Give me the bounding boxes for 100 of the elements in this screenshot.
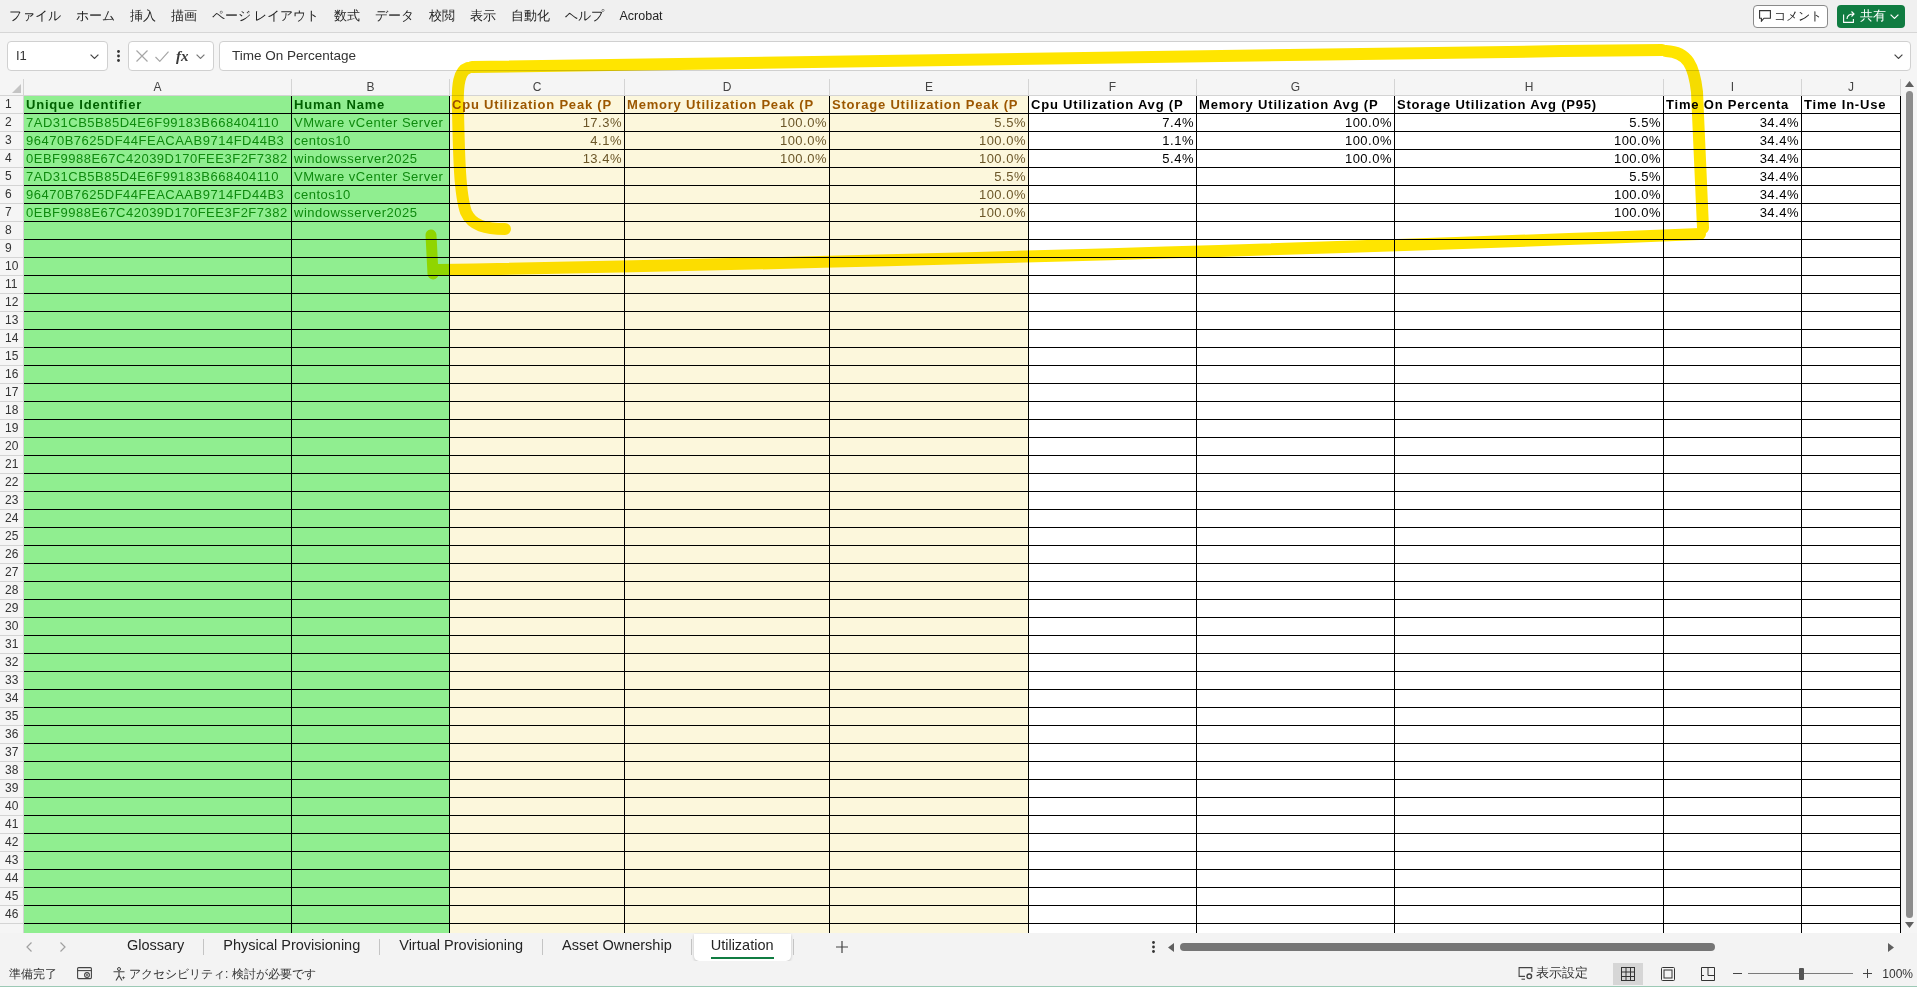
row-header[interactable]: 12	[0, 294, 24, 312]
row-header[interactable]: 2	[0, 114, 24, 132]
row-header[interactable]: 42	[0, 834, 24, 852]
column-header[interactable]: J	[1802, 79, 1901, 96]
row-header[interactable]: 38	[0, 762, 24, 780]
row-header[interactable]: 11	[0, 276, 24, 294]
row-header[interactable]: 28	[0, 582, 24, 600]
row-header[interactable]: 30	[0, 618, 24, 636]
table-cell[interactable]: 34.4%	[1664, 204, 1802, 222]
header-cell[interactable]: Memory Utilization Peak (P	[625, 96, 830, 114]
row-header[interactable]: 24	[0, 510, 24, 528]
column-header[interactable]: C	[450, 79, 625, 96]
table-cell[interactable]: 13.4%	[450, 150, 625, 168]
row-header[interactable]: 43	[0, 852, 24, 870]
row-header[interactable]: 46	[0, 906, 24, 924]
table-cell[interactable]: 7.4%	[1029, 114, 1197, 132]
sheet-tab[interactable]: Virtual Provisioning	[382, 933, 541, 961]
ribbon-tab[interactable]: Acrobat	[614, 4, 668, 28]
plus-icon[interactable]	[835, 941, 848, 953]
row-header[interactable]: 18	[0, 402, 24, 420]
table-cell[interactable]: 34.4%	[1664, 132, 1802, 150]
row-header[interactable]: 35	[0, 708, 24, 726]
table-cell[interactable]: 100.0%	[1395, 204, 1664, 222]
row-header[interactable]: 31	[0, 636, 24, 654]
table-cell[interactable]: 34.4%	[1664, 186, 1802, 204]
accessibility-button[interactable]: アクセシビリティ: 検討が必要です	[112, 964, 316, 983]
plus-icon[interactable]	[1863, 969, 1873, 978]
sheet-tab[interactable]: Glossary	[110, 933, 202, 961]
table-cell[interactable]: 34.4%	[1664, 114, 1802, 132]
row-header[interactable]: 26	[0, 546, 24, 564]
row-header[interactable]: 9	[0, 240, 24, 258]
header-cell[interactable]: Storage Utilization Avg (P95)	[1395, 96, 1664, 114]
scroll-left-icon[interactable]	[1168, 942, 1174, 952]
table-cell[interactable]: 100.0%	[1395, 150, 1664, 168]
table-cell[interactable]: 17.3%	[450, 114, 625, 132]
scrollbar-thumb[interactable]	[1180, 943, 1715, 951]
minus-icon[interactable]	[1733, 973, 1743, 974]
column-header[interactable]: G	[1197, 79, 1395, 96]
sheet-record-icon[interactable]	[77, 967, 92, 980]
scrollbar-thumb[interactable]	[1905, 91, 1913, 918]
table-cell[interactable]: 100.0%	[830, 150, 1029, 168]
column-header[interactable]: H	[1395, 79, 1664, 96]
column-header[interactable]: E	[830, 79, 1029, 96]
row-header[interactable]: 14	[0, 330, 24, 348]
share-button[interactable]: 共有	[1837, 4, 1905, 28]
row-header[interactable]: 5	[0, 168, 24, 186]
table-cell[interactable]: 100.0%	[830, 186, 1029, 204]
table-cell[interactable]: 100.0%	[830, 132, 1029, 150]
table-cell[interactable]: 100.0%	[1197, 132, 1395, 150]
row-header[interactable]: 6	[0, 186, 24, 204]
row-header[interactable]: 19	[0, 420, 24, 438]
more-icon[interactable]	[1151, 941, 1155, 953]
ribbon-tab[interactable]: ファイル	[4, 4, 66, 28]
row-header[interactable]: 36	[0, 726, 24, 744]
row-header[interactable]: 7	[0, 204, 24, 222]
ribbon-tab[interactable]: 自動化	[506, 4, 556, 28]
row-header[interactable]: 40	[0, 798, 24, 816]
comment-button[interactable]: コメント	[1753, 4, 1828, 28]
row-header[interactable]: 34	[0, 690, 24, 708]
zoom-slider[interactable]	[1748, 966, 1854, 981]
table-cell[interactable]: 100.0%	[1395, 186, 1664, 204]
table-cell[interactable]: 100.0%	[625, 150, 830, 168]
sheet-tab[interactable]: Physical Provisioning	[206, 933, 378, 961]
table-cell[interactable]: 34.4%	[1664, 150, 1802, 168]
row-header[interactable]: 22	[0, 474, 24, 492]
table-cell[interactable]: 5.5%	[830, 168, 1029, 186]
row-header[interactable]: 45	[0, 888, 24, 906]
ribbon-tab[interactable]: ホーム	[71, 4, 120, 28]
row-header[interactable]: 23	[0, 492, 24, 510]
scroll-up-icon[interactable]	[1904, 81, 1914, 87]
row-header[interactable]: 21	[0, 456, 24, 474]
row-header[interactable]: 16	[0, 366, 24, 384]
header-cell[interactable]: Human Name	[292, 96, 450, 114]
column-header[interactable]: I	[1664, 79, 1802, 96]
row-header[interactable]: 8	[0, 222, 24, 240]
sheet-tab[interactable]: Asset Ownership	[545, 933, 689, 961]
table-cell[interactable]: 5.5%	[1395, 114, 1664, 132]
row-header[interactable]: 20	[0, 438, 24, 456]
row-header[interactable]: 29	[0, 600, 24, 618]
column-header[interactable]: F	[1029, 79, 1197, 96]
insert-function-button[interactable]: fx	[176, 47, 189, 65]
header-cell[interactable]: Memory Utilization Avg (P	[1197, 96, 1395, 114]
table-cell[interactable]: 100.0%	[1395, 132, 1664, 150]
zoom-level[interactable]: 100%	[1882, 964, 1913, 983]
column-header[interactable]: A	[24, 79, 292, 96]
table-cell[interactable]: 4.1%	[450, 132, 625, 150]
table-cell[interactable]: 100.0%	[1197, 150, 1395, 168]
row-header[interactable]: 27	[0, 564, 24, 582]
table-cell[interactable]: 5.5%	[1395, 168, 1664, 186]
more-icon[interactable]	[116, 50, 120, 62]
row-header[interactable]: 39	[0, 780, 24, 798]
scroll-down-icon[interactable]	[1904, 922, 1914, 928]
ribbon-tab[interactable]: 校閲	[424, 4, 461, 28]
header-cell[interactable]: Unique Identifier	[24, 96, 292, 114]
row-header[interactable]: 44	[0, 870, 24, 888]
display-settings-button[interactable]: 表示設定	[1515, 962, 1592, 985]
table-cell[interactable]: 100.0%	[625, 114, 830, 132]
row-header[interactable]: 4	[0, 150, 24, 168]
row-header[interactable]: 33	[0, 672, 24, 690]
header-cell[interactable]: Cpu Utilization Avg (P	[1029, 96, 1197, 114]
